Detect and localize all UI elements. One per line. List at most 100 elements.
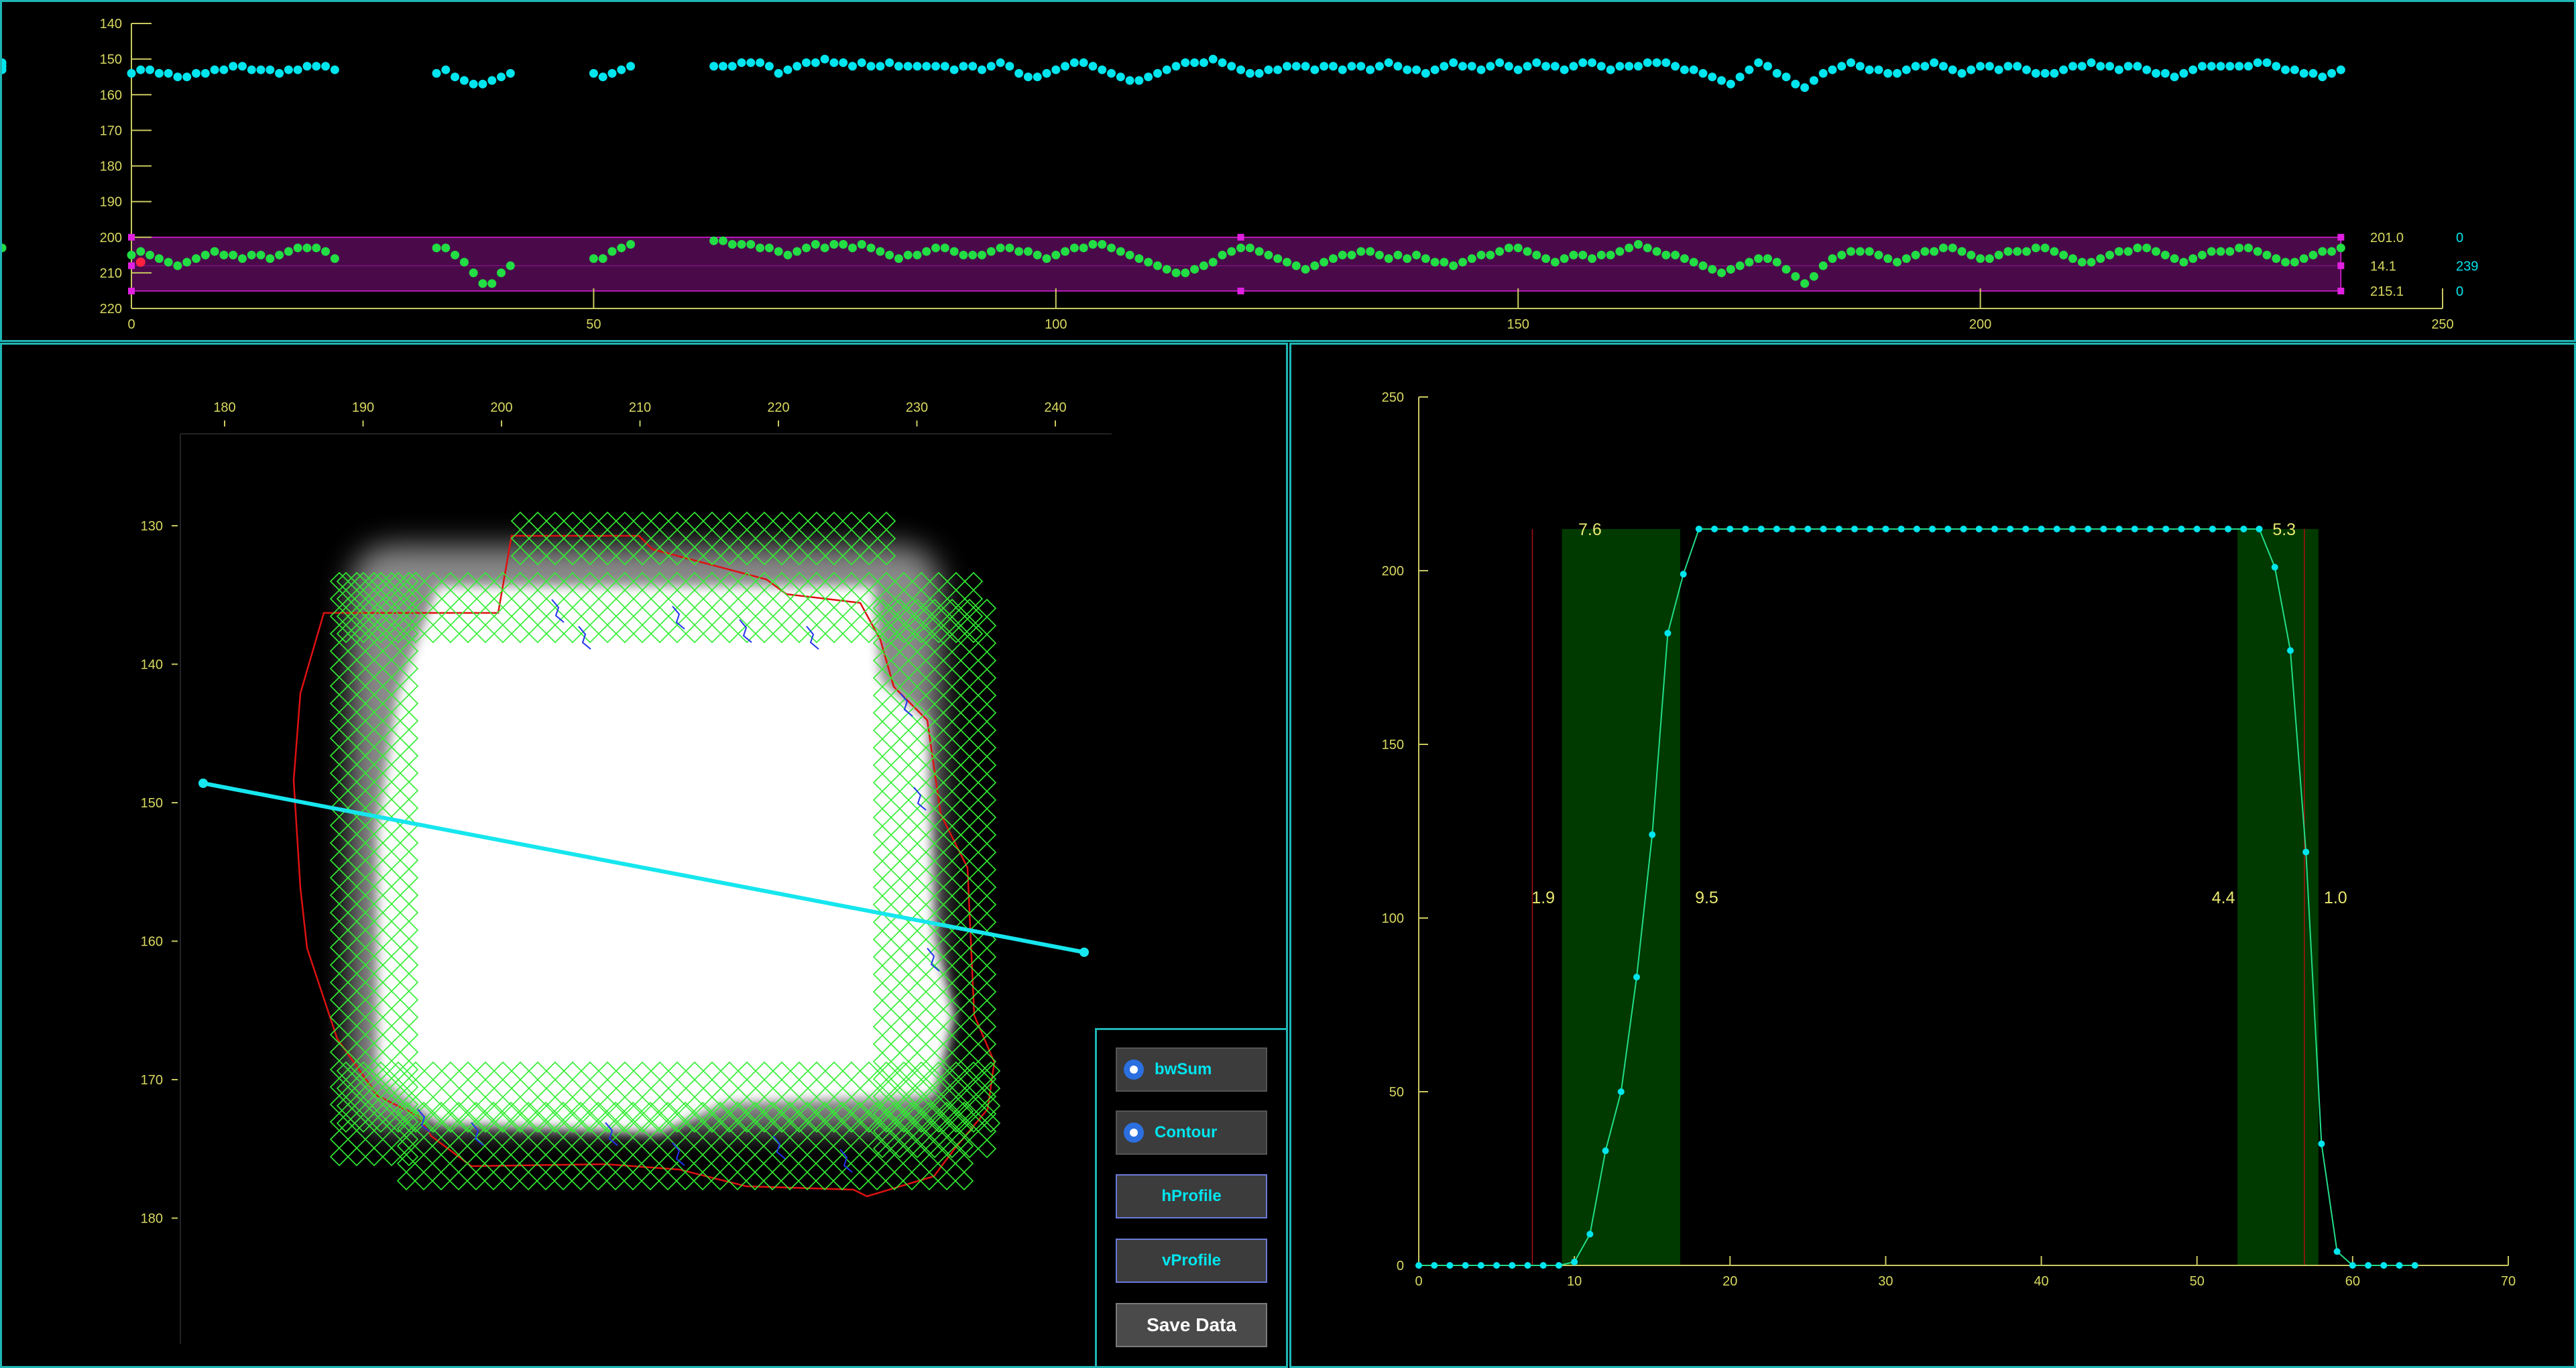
green-data-point — [1440, 258, 1449, 267]
green-data-point — [330, 254, 339, 264]
cyan-data-point — [2198, 62, 2207, 71]
profile-data-point — [2396, 1262, 2403, 1269]
green-data-point — [1504, 243, 1513, 253]
green-data-point — [2198, 250, 2207, 260]
profile-data-point — [2302, 848, 2310, 856]
green-data-point — [1791, 272, 1800, 281]
y-tick-label: 180 — [141, 1212, 163, 1227]
x-tick-label: 200 — [490, 400, 512, 415]
x-tick-label: 20 — [1722, 1274, 1737, 1289]
cyan-data-point — [1698, 68, 1708, 78]
cyan-data-point — [2031, 68, 2040, 78]
vprofile-button[interactable]: vProfile — [1116, 1239, 1267, 1283]
green-data-point — [1809, 272, 1818, 281]
green-data-point — [727, 239, 737, 249]
cyan-data-point — [829, 58, 839, 67]
x-tick-label: 250 — [2431, 317, 2453, 332]
cyan-data-point — [1772, 68, 1781, 78]
green-data-point — [1523, 247, 1532, 256]
cyan-data-point — [802, 58, 811, 67]
cyan-data-point — [1837, 62, 1847, 71]
cyan-data-point — [145, 65, 155, 74]
profile-data-point — [2131, 525, 2138, 532]
cyan-data-point — [1449, 58, 1458, 67]
cyan-data-point — [1957, 68, 1967, 78]
profile-data-point — [1897, 525, 1905, 532]
save-data-button[interactable]: Save Data — [1116, 1303, 1267, 1347]
y-tick-label: 210 — [100, 266, 122, 281]
profile-data-point — [1929, 525, 1936, 532]
cyan-data-point — [1938, 62, 1948, 71]
cyan-data-point — [2188, 65, 2198, 74]
cyan-data-point — [1967, 65, 1976, 74]
cyan-data-point — [1763, 62, 1772, 71]
cyan-data-point — [1005, 62, 1014, 71]
cyan-data-point — [617, 65, 626, 74]
x-tick-label: 100 — [1045, 317, 1067, 332]
cyan-data-point — [774, 68, 783, 78]
green-data-point — [1550, 258, 1560, 267]
x-tick-label: 150 — [1507, 317, 1529, 332]
band-marker — [128, 262, 135, 270]
cyan-data-point — [1901, 65, 1911, 74]
cyan-data-point — [2040, 68, 2050, 78]
green-data-point — [192, 254, 201, 264]
green-data-point — [1938, 243, 1948, 253]
cyan-data-point — [1440, 62, 1449, 71]
green-data-point — [2318, 247, 2327, 256]
profile-data-point — [1617, 1088, 1625, 1095]
cyan-data-point — [1745, 65, 1754, 74]
green-data-point — [1412, 250, 1421, 260]
hprofile-button[interactable]: hProfile — [1116, 1174, 1267, 1218]
contour-toggle[interactable]: Contour — [1116, 1110, 1267, 1155]
cyan-data-point — [977, 65, 986, 74]
x-tick-label: 0 — [127, 317, 135, 332]
cyan-data-point — [2123, 62, 2133, 71]
green-data-point — [1680, 254, 1689, 264]
green-data-point — [1772, 258, 1781, 267]
profile-data-point — [2038, 525, 2045, 532]
cyan-data-point — [1273, 65, 1283, 74]
profile-data-point — [1431, 1262, 1438, 1269]
cyan-data-point — [996, 58, 1005, 67]
bwsum-toggle[interactable]: bwSum — [1116, 1047, 1267, 1092]
cyan-data-point — [1412, 65, 1421, 74]
profile-data-point — [2271, 563, 2278, 571]
profile-data-point — [2022, 525, 2030, 532]
green-data-point — [1661, 250, 1671, 260]
cyan-data-point — [1643, 58, 1652, 67]
cyan-data-point — [2077, 62, 2087, 71]
x-tick-label: 0 — [1415, 1274, 1422, 1289]
green-data-point — [894, 254, 903, 264]
cyan-data-point — [1615, 62, 1625, 71]
cyan-data-point — [1588, 58, 1597, 67]
cyan-data-point — [709, 62, 719, 71]
green-data-point — [1911, 250, 1920, 260]
profile-data-point — [2085, 525, 2092, 532]
control-panel: bwSum Contour hProfile vProfile Save Dat… — [1095, 1028, 1288, 1368]
green-data-point — [459, 258, 469, 267]
y-tick-label: 160 — [100, 88, 122, 103]
cyan-data-point — [1994, 65, 2003, 74]
green-data-point — [321, 247, 331, 256]
cyan-data-point — [1847, 58, 1856, 67]
cyan-data-point — [857, 58, 866, 67]
image-view: 180 190 200 210 220 230 240 130 140 150 160 170 180 — [141, 400, 1112, 1344]
green-data-point — [1199, 261, 1208, 270]
profile-data-point — [1975, 525, 1983, 532]
green-data-point — [1513, 243, 1523, 253]
profile-data-point — [1882, 525, 1889, 532]
y-tick-label: 170 — [100, 123, 122, 138]
green-data-point — [2050, 247, 2059, 256]
green-data-point — [1033, 250, 1042, 260]
green-data-point — [210, 247, 219, 256]
x-tick-label: 40 — [2034, 1274, 2048, 1289]
cyan-data-point — [1328, 62, 1338, 71]
cyan-data-point — [1726, 79, 1735, 89]
cyan-data-point — [164, 68, 173, 78]
cyan-data-point — [497, 72, 506, 82]
green-data-point — [2133, 243, 2142, 253]
cyan-data-point — [1023, 72, 1033, 82]
green-data-point — [793, 247, 802, 256]
band-value-label: 201.0 — [2370, 231, 2404, 245]
